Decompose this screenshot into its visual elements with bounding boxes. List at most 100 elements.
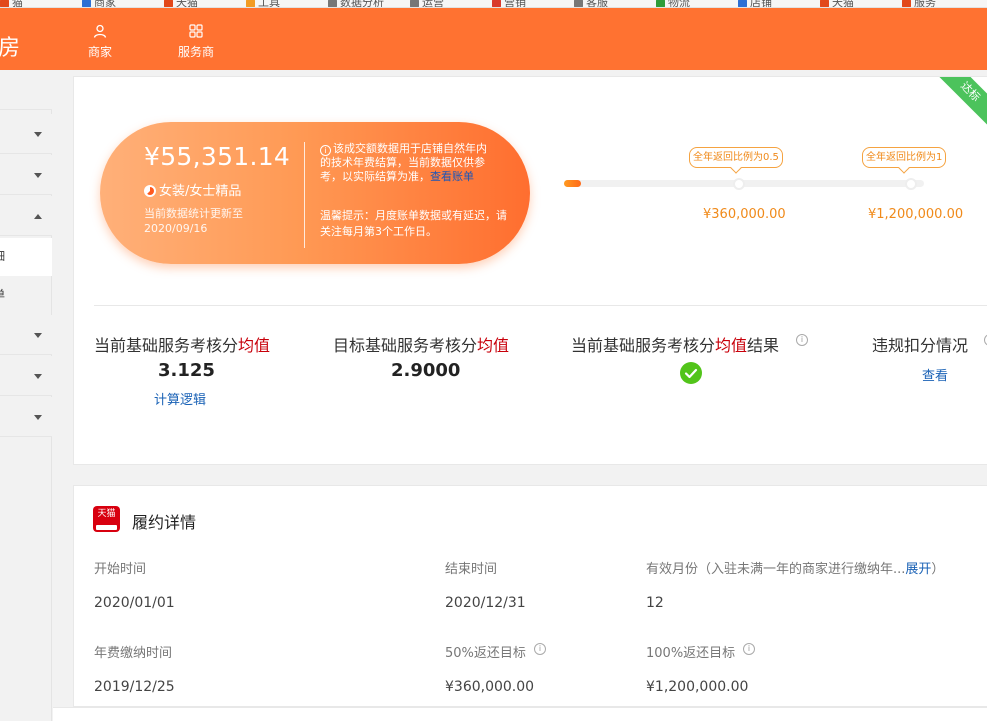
nav-service-provider-label: 服务商 bbox=[177, 45, 214, 59]
sidebar-item-6[interactable] bbox=[0, 356, 52, 396]
chevron-down-icon bbox=[34, 415, 42, 420]
section-divider bbox=[94, 305, 987, 306]
user-icon bbox=[93, 24, 107, 38]
bookmark-label: 客服 bbox=[586, 0, 608, 8]
bookmark-item[interactable]: 天猫 bbox=[820, 0, 872, 8]
milestone-marker-2 bbox=[905, 178, 917, 190]
fee-time-label: 年费缴纳时间 bbox=[94, 646, 173, 661]
bookmarks-bar: 猫 商家 天猫 工具 数据分析 运营 营销 客服 物流 店铺 天猫 服务 bbox=[0, 0, 987, 8]
status-ribbon: 达标 bbox=[923, 77, 987, 139]
turnover-amount: ¥55,351.14 bbox=[144, 142, 291, 171]
start-time-label: 开始时间 bbox=[94, 562, 147, 577]
sidebar: 细 单 bbox=[0, 70, 52, 721]
bookmark-item[interactable]: 工具 bbox=[246, 0, 298, 8]
bookmark-item[interactable]: 商家 bbox=[82, 0, 134, 8]
turnover-pill: ¥55,351.14 女装/女士精品 当前数据统计更新至 2020/09/16 … bbox=[100, 122, 530, 264]
milestone-amount-1: ¥360,000.00 bbox=[703, 207, 786, 222]
page-bottom bbox=[53, 707, 987, 721]
chevron-up-icon bbox=[34, 214, 42, 219]
bookmark-favicon-icon bbox=[656, 0, 665, 7]
target-50-value: ¥360,000.00 bbox=[445, 679, 535, 695]
target-100-info-icon[interactable]: i bbox=[743, 643, 755, 655]
bookmark-item[interactable]: 店铺 bbox=[738, 0, 790, 8]
bookmark-favicon-icon bbox=[820, 0, 829, 7]
target-score-label: 目标基础服务考核分均值 bbox=[333, 336, 510, 355]
update-info: 当前数据统计更新至 2020/09/16 bbox=[144, 206, 264, 236]
target-100-label: 100%返还目标 bbox=[646, 646, 736, 661]
bookmark-label: 天猫 bbox=[176, 0, 198, 8]
bookmark-label: 猫 bbox=[12, 0, 23, 8]
sidebar-item-4[interactable] bbox=[0, 196, 52, 236]
score-result-label: 当前基础服务考核分均值结果 bbox=[571, 336, 780, 355]
milestone-marker-1 bbox=[733, 178, 745, 190]
reminder-tip: 温馨提示：月度账单数据或有延迟，请关注每月第3个工作日。 bbox=[320, 209, 507, 238]
fee-time-value: 2019/12/25 bbox=[94, 679, 175, 695]
update-text: 当前数据统计更新至 bbox=[144, 207, 243, 220]
turnover-note: i 该成交额数据用于店铺自然年内的技术年费结算，当前数据仅供参考，以实际结算为准，… bbox=[320, 142, 496, 184]
view-violation-link[interactable]: 查看 bbox=[922, 365, 948, 384]
sidebar-item-5[interactable] bbox=[0, 315, 52, 355]
bookmark-item[interactable]: 猫 bbox=[0, 0, 52, 8]
expand-link[interactable]: 展开 bbox=[905, 562, 931, 577]
pill-divider bbox=[304, 142, 305, 248]
nav-merchant[interactable]: 商家 bbox=[70, 24, 130, 60]
bookmark-favicon-icon bbox=[574, 0, 583, 7]
nav-service-provider[interactable]: 服务商 bbox=[166, 24, 226, 60]
bookmark-item[interactable]: 服务 bbox=[902, 0, 954, 8]
bookmark-label: 店铺 bbox=[750, 0, 772, 8]
bookmark-item[interactable]: 物流 bbox=[656, 0, 708, 8]
target-100-value: ¥1,200,000.00 bbox=[646, 679, 749, 695]
check-circle-icon bbox=[680, 362, 702, 384]
sidebar-item-1[interactable] bbox=[0, 70, 52, 110]
bookmark-favicon-icon bbox=[902, 0, 911, 7]
target-50-label: 50%返还目标 bbox=[445, 646, 526, 661]
bookmark-item[interactable]: 天猫 bbox=[164, 0, 216, 8]
update-date: 2020/09/16 bbox=[144, 222, 208, 235]
target-score-value: 2.9000 bbox=[391, 360, 461, 381]
bookmark-item[interactable]: 营销 bbox=[492, 0, 544, 8]
contract-card: 天猫 履约详情 开始时间 2020/01/01 结束时间 2020/12/31 … bbox=[73, 485, 987, 707]
target-50-info-icon[interactable]: i bbox=[534, 643, 546, 655]
sidebar-item-2[interactable] bbox=[0, 114, 52, 154]
start-time-value: 2020/01/01 bbox=[94, 595, 175, 611]
grid-icon bbox=[189, 24, 203, 38]
pie-icon bbox=[144, 185, 156, 197]
bookmark-label: 物流 bbox=[668, 0, 690, 8]
sidebar-subitem-order[interactable]: 单 bbox=[0, 276, 52, 314]
bookmark-label: 营销 bbox=[504, 0, 526, 8]
progress-fill bbox=[564, 180, 581, 187]
view-bill-link[interactable]: 查看账单 bbox=[430, 170, 474, 183]
bookmark-favicon-icon bbox=[492, 0, 501, 7]
summary-card: 达标 ¥55,351.14 女装/女士精品 当前数据统计更新至 2020/09/… bbox=[73, 76, 987, 465]
bookmark-favicon-icon bbox=[164, 0, 173, 7]
tmall-logo-icon: 天猫 bbox=[93, 506, 120, 532]
brand-logo[interactable]: 房 bbox=[0, 30, 20, 62]
sidebar-item-7[interactable] bbox=[0, 397, 52, 437]
calc-logic-link[interactable]: 计算逻辑 bbox=[154, 389, 206, 408]
chevron-down-icon bbox=[34, 333, 42, 338]
category-label: 女装/女士精品 bbox=[159, 184, 242, 199]
info-icon: i bbox=[320, 145, 331, 156]
contract-title: 履约详情 bbox=[132, 513, 197, 532]
bookmark-favicon-icon bbox=[246, 0, 255, 7]
bookmark-label: 天猫 bbox=[832, 0, 854, 8]
bookmark-favicon-icon bbox=[82, 0, 91, 7]
milestone-label-1: 全年返回比例为0.5 bbox=[689, 147, 783, 168]
result-info-icon[interactable]: i bbox=[796, 334, 808, 346]
top-header: 房 商家 服务商 bbox=[0, 8, 987, 70]
bookmark-label: 数据分析 bbox=[340, 0, 384, 8]
sidebar-subitem-detail[interactable]: 细 bbox=[0, 238, 52, 276]
bookmark-label: 工具 bbox=[258, 0, 280, 8]
end-time-label: 结束时间 bbox=[445, 562, 498, 577]
bookmark-label: 服务 bbox=[914, 0, 936, 8]
sidebar-item-3[interactable] bbox=[0, 155, 52, 195]
end-time-value: 2020/12/31 bbox=[445, 595, 526, 611]
bookmark-item[interactable]: 运营 bbox=[410, 0, 462, 7]
chevron-down-icon bbox=[34, 132, 42, 137]
milestone-label-2: 全年返回比例为1 bbox=[862, 147, 947, 168]
bookmark-item[interactable]: 客服 bbox=[574, 0, 626, 8]
valid-months-value: 12 bbox=[646, 595, 664, 611]
chevron-down-icon bbox=[34, 374, 42, 379]
bookmark-label: 商家 bbox=[94, 0, 116, 8]
bookmark-item[interactable]: 数据分析 bbox=[328, 0, 384, 7]
